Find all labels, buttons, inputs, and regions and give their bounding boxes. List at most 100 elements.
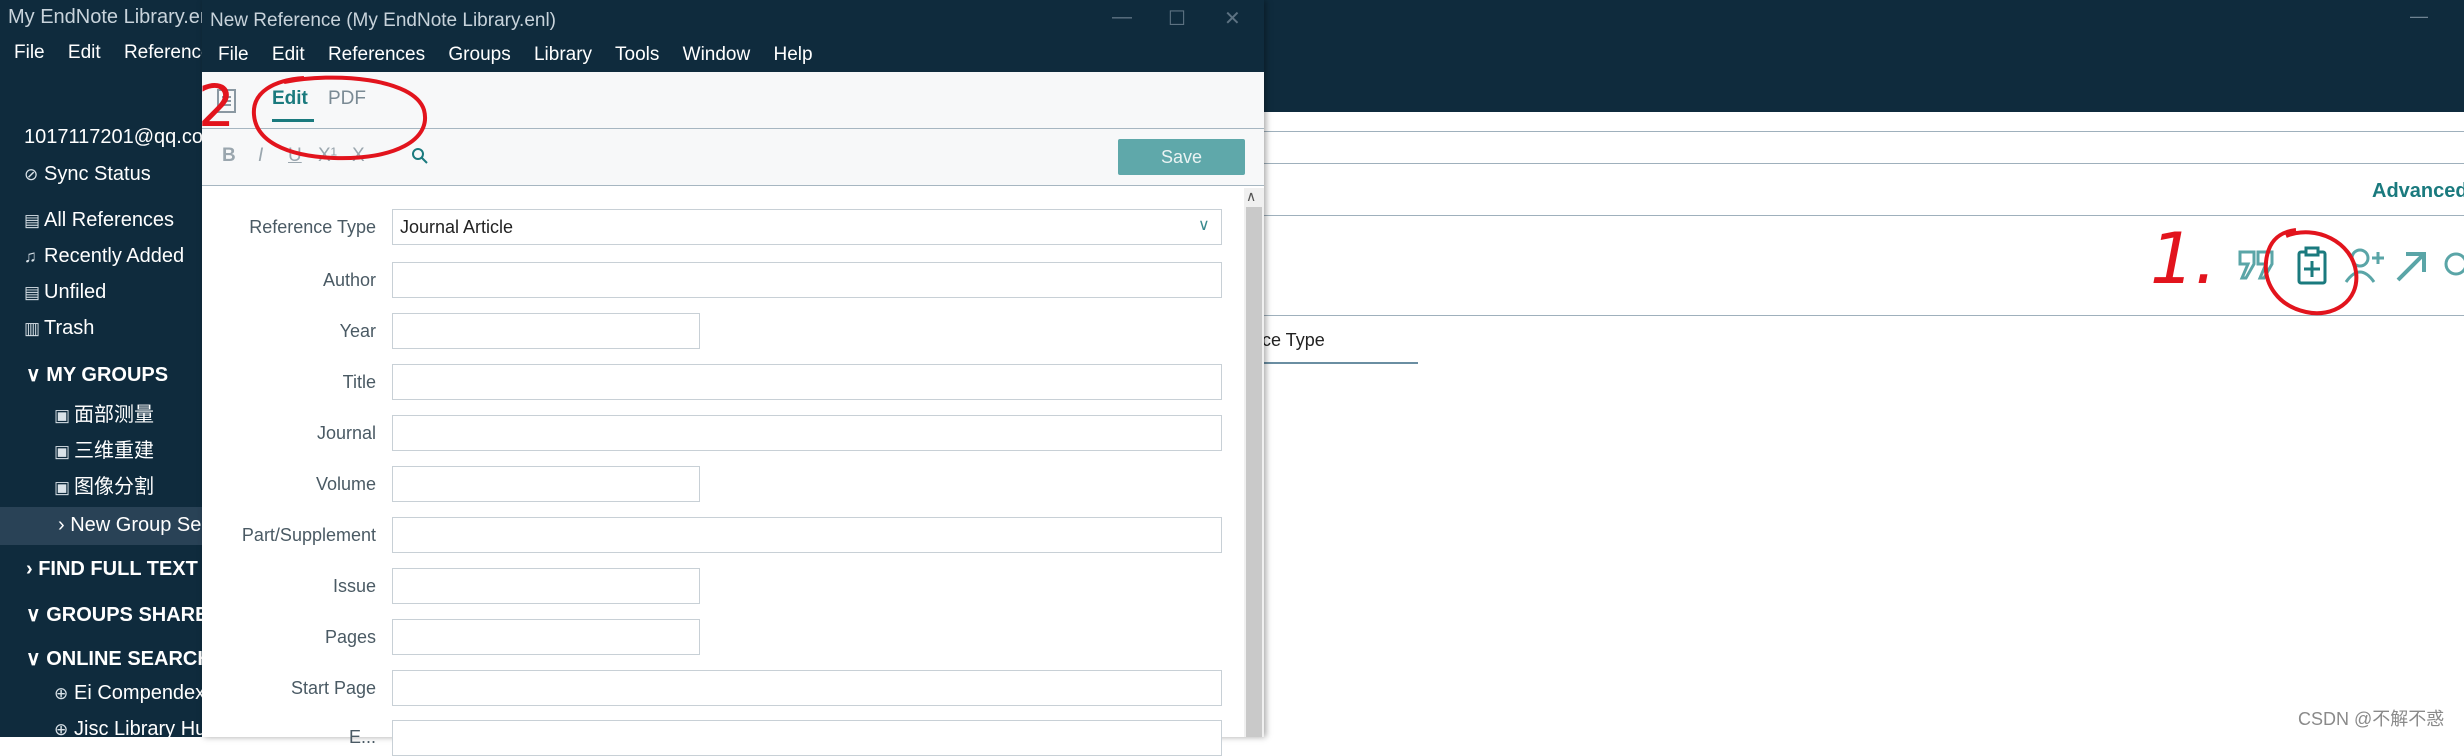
- reference-type-label: Reference Type: [249, 217, 376, 237]
- start-page-field[interactable]: [392, 670, 1222, 706]
- main-window-title: My EndNote Library.enl: [8, 6, 216, 28]
- bell-icon: ♫: [24, 247, 37, 266]
- pages-label: Pages: [324, 627, 376, 647]
- chevron-down-icon: ∨: [26, 604, 47, 626]
- export-arrow-icon[interactable]: [2392, 246, 2432, 286]
- sidebar-item-unfiled[interactable]: ▤ Unfiled: [24, 281, 106, 304]
- part-supplement-label: Part/Supplement: [241, 525, 376, 545]
- issue-label: Issue: [332, 576, 376, 596]
- group-set-label: New Group Se: [70, 514, 202, 536]
- sync-status-label: Sync Status: [44, 163, 151, 185]
- minimize-icon[interactable]: —: [2410, 6, 2428, 27]
- sidebar-item-label: Trash: [44, 317, 95, 339]
- menu-file[interactable]: File: [218, 44, 249, 65]
- section-label: MY GROUPS: [46, 364, 169, 386]
- section-label: ONLINE SEARCH: [46, 648, 212, 670]
- find-full-text-header[interactable]: › FIND FULL TEXT: [26, 558, 198, 581]
- document-icon: ▤: [24, 283, 41, 302]
- annotation-step-two: 2: [198, 72, 235, 140]
- menu-references[interactable]: References: [328, 44, 425, 65]
- year-field[interactable]: [392, 313, 700, 349]
- dialog-menu-bar: File Edit References Groups Library Tool…: [218, 44, 831, 66]
- sidebar-item-trash[interactable]: ▥ Trash: [24, 317, 94, 340]
- epub-label: E...: [348, 727, 376, 747]
- group-icon: ▣: [54, 406, 71, 425]
- sidebar-new-group-set[interactable]: › New Group Se: [58, 514, 201, 537]
- groups-shared-header[interactable]: ∨ GROUPS SHARE: [26, 602, 208, 627]
- title-label: Title: [342, 372, 376, 392]
- annotation-circle-tabs: [251, 75, 428, 161]
- minimize-icon[interactable]: —: [1112, 6, 1132, 29]
- group-label: 图像分割: [74, 476, 154, 498]
- menu-tools[interactable]: Tools: [615, 44, 659, 65]
- column-header-reference-type[interactable]: ce Type: [1262, 330, 1325, 351]
- search-bar-border-top: [1262, 131, 2464, 132]
- sidebar-group-1[interactable]: ▣ 面部测量: [54, 398, 154, 427]
- maximize-icon[interactable]: ☐: [1168, 6, 1186, 31]
- chevron-down-icon: ∨: [1198, 217, 1210, 234]
- document-icon: ▤: [24, 211, 41, 230]
- menu-library[interactable]: Library: [534, 44, 592, 65]
- menu-groups[interactable]: Groups: [448, 44, 510, 65]
- pages-field[interactable]: [392, 619, 700, 655]
- chevron-right-icon: ›: [58, 514, 71, 536]
- menu-edit[interactable]: Edit: [272, 44, 305, 65]
- menu-window[interactable]: Window: [683, 44, 751, 65]
- menu-edit[interactable]: Edit: [68, 42, 101, 63]
- my-groups-header[interactable]: ∨ MY GROUPS: [26, 362, 168, 387]
- group-label: 三维重建: [74, 440, 154, 462]
- scrollbar-thumb[interactable]: [1246, 207, 1262, 737]
- sidebar-item-recently-added[interactable]: ♫ Recently Added: [24, 245, 184, 268]
- globe-icon: ⊕: [54, 720, 69, 739]
- reference-type-value: Journal Article: [400, 217, 514, 237]
- reference-type-select[interactable]: [392, 209, 1222, 245]
- author-label: Author: [322, 270, 376, 290]
- search-row-divider: [1262, 215, 2464, 216]
- online-search-item-2[interactable]: ⊕ Jisc Library Hu: [54, 718, 206, 741]
- volume-field[interactable]: [392, 466, 700, 502]
- epub-field[interactable]: [392, 720, 1222, 756]
- journal-label: Journal: [316, 423, 376, 443]
- search-icon[interactable]: [2440, 246, 2464, 286]
- online-item-label: Ei Compendex: [74, 682, 206, 704]
- volume-label: Volume: [315, 474, 376, 494]
- journal-field[interactable]: [392, 415, 1222, 451]
- globe-icon: ⊕: [54, 684, 69, 703]
- section-label: GROUPS SHARE: [46, 604, 209, 626]
- part-supplement-field[interactable]: [392, 517, 1222, 553]
- chevron-down-icon: ∨: [26, 364, 47, 386]
- search-bar-border-bottom: [1262, 163, 2464, 164]
- year-label: Year: [339, 321, 376, 341]
- sidebar-item-label: Recently Added: [44, 245, 185, 267]
- menu-help[interactable]: Help: [774, 44, 813, 65]
- advanced-search-link[interactable]: Advanced: [2372, 180, 2464, 203]
- sidebar-item-label: Unfiled: [44, 281, 107, 303]
- close-icon[interactable]: ✕: [1224, 6, 1241, 31]
- annotation-step-one: 1.: [2150, 218, 2217, 300]
- group-icon: ▣: [54, 442, 71, 461]
- sidebar-item-all-references[interactable]: ▤ All References: [24, 209, 174, 232]
- watermark: CSDN @不解不惑: [2298, 709, 2445, 729]
- author-field[interactable]: [392, 262, 1222, 298]
- bold-button[interactable]: B: [222, 145, 236, 167]
- group-icon: ▣: [54, 478, 71, 497]
- column-header-underline: [1262, 362, 1418, 364]
- group-label: 面部测量: [74, 404, 154, 426]
- sync-status[interactable]: ⊘ Sync Status: [24, 163, 151, 186]
- start-page-label: Start Page: [290, 678, 376, 698]
- online-search-header[interactable]: ∨ ONLINE SEARCH: [26, 646, 212, 671]
- save-button[interactable]: Save: [1118, 139, 1245, 175]
- sidebar-item-label: All References: [44, 209, 175, 231]
- title-field[interactable]: [392, 364, 1222, 400]
- issue-field[interactable]: [392, 568, 700, 604]
- chevron-down-icon: ∨: [26, 648, 47, 670]
- scroll-up-icon[interactable]: ∧: [1246, 188, 1256, 205]
- dialog-title: New Reference (My EndNote Library.enl): [210, 10, 557, 31]
- online-search-item-1[interactable]: ⊕ Ei Compendex: [54, 682, 205, 705]
- menu-file[interactable]: File: [14, 42, 45, 63]
- sidebar-group-2[interactable]: ▣ 三维重建: [54, 434, 154, 463]
- chevron-right-icon: ›: [26, 558, 39, 580]
- account-email: 1017117201@qq.co: [24, 126, 203, 148]
- sidebar-group-3[interactable]: ▣ 图像分割: [54, 470, 154, 499]
- trash-icon: ▥: [24, 319, 41, 338]
